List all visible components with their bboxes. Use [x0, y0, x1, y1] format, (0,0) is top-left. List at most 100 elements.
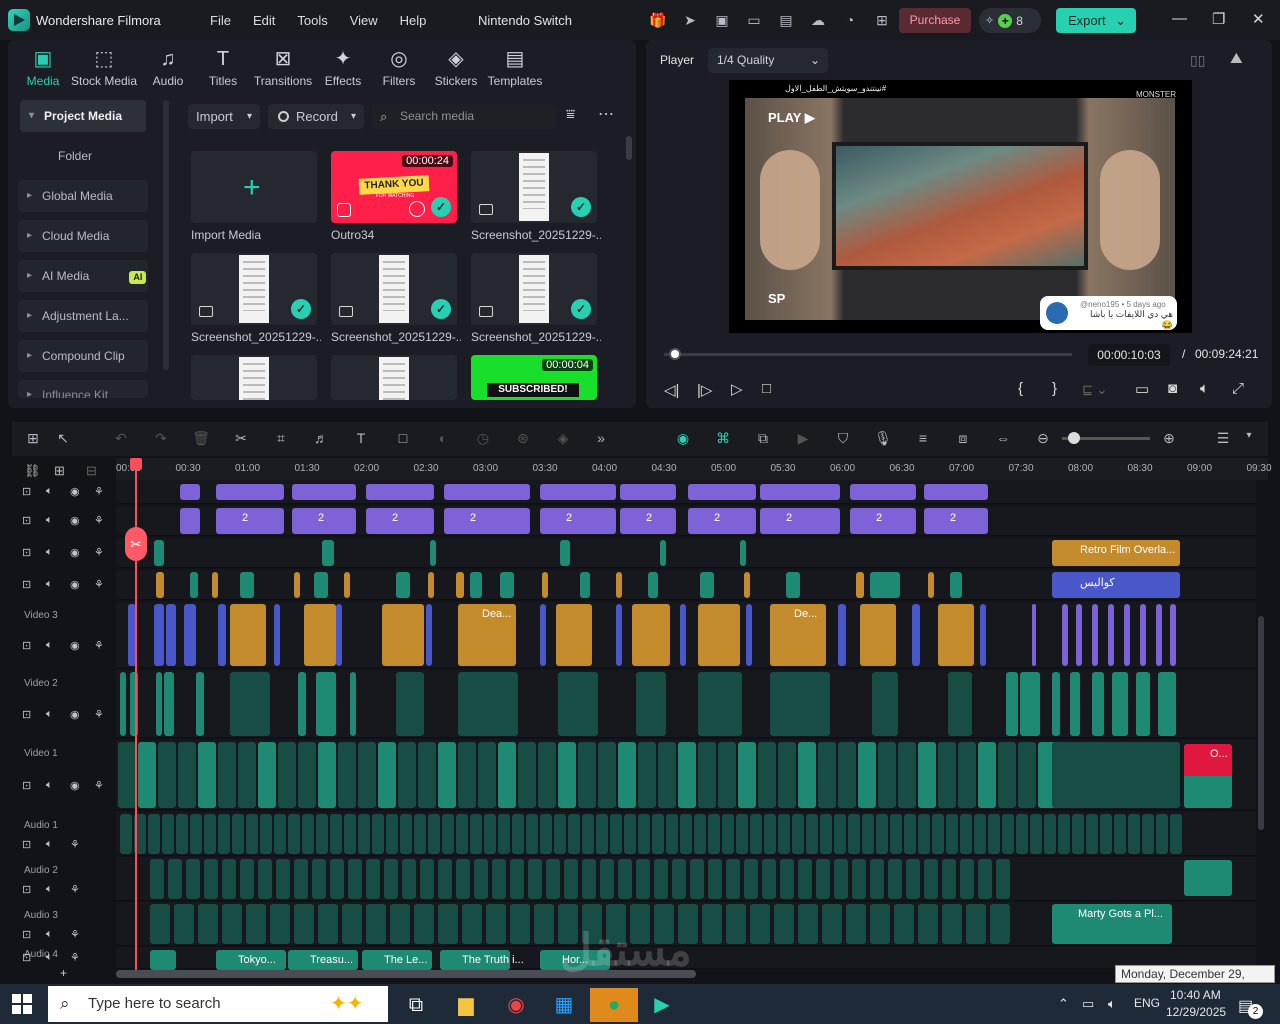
audio1-clip[interactable]: [792, 814, 804, 854]
image-clip[interactable]: 2: [540, 508, 616, 534]
magnetic-snap-icon[interactable]: ⌘: [712, 430, 734, 448]
video1-clip[interactable]: [638, 742, 656, 808]
apps-grid-icon[interactable]: ⊞: [868, 8, 896, 32]
video3-clip[interactable]: De...: [770, 604, 826, 666]
color-icon[interactable]: ◐: [432, 430, 454, 448]
timeline-ruler[interactable]: [116, 458, 1268, 480]
video3-clip[interactable]: [556, 604, 592, 666]
video2-clip[interactable]: [1112, 672, 1128, 736]
video1-clip[interactable]: [618, 742, 636, 808]
audio3-clip[interactable]: [198, 904, 218, 944]
overlay-clip[interactable]: [212, 572, 218, 598]
audio1-clip[interactable]: [120, 814, 132, 854]
audio1-clip[interactable]: [274, 814, 286, 854]
audio1-clip[interactable]: [484, 814, 496, 854]
compare-view-icon[interactable]: ▯▯: [1190, 52, 1205, 69]
video2-clip[interactable]: [1158, 672, 1176, 736]
marty-audio-clip[interactable]: Marty Gots a Pl...: [1052, 904, 1172, 944]
video2-clip[interactable]: [196, 672, 204, 736]
audio1-clip[interactable]: [974, 814, 986, 854]
menu-file[interactable]: File: [210, 13, 231, 28]
audio1-clip[interactable]: [232, 814, 244, 854]
audio1-clip[interactable]: [1156, 814, 1168, 854]
video1-clip[interactable]: [738, 742, 756, 808]
image-clip[interactable]: 2: [444, 508, 530, 534]
audio2-clip[interactable]: [456, 859, 470, 899]
audio1-clip[interactable]: [372, 814, 384, 854]
import-button[interactable]: Import ▾: [188, 104, 260, 129]
audio1-clip[interactable]: [708, 814, 720, 854]
retro-film-overlay-clip[interactable]: Retro Film Overla...: [1052, 540, 1180, 566]
audio1-clip[interactable]: [288, 814, 300, 854]
link-icon[interactable]: ⛓: [24, 463, 41, 479]
stop-icon[interactable]: □: [762, 380, 771, 397]
lock-icon[interactable]: ⊡: [22, 639, 31, 652]
video3-clip[interactable]: [166, 604, 176, 666]
mark-out-icon[interactable]: }: [1052, 380, 1057, 397]
speaker-icon[interactable]: 🔈︎: [46, 708, 53, 721]
replace-icon[interactable]: ⧈: [952, 430, 974, 448]
tab-transitions[interactable]: ⊠ Transitions: [250, 46, 316, 88]
audio3-clip[interactable]: [246, 904, 266, 944]
video2-clip[interactable]: [350, 672, 356, 736]
audio3-clip[interactable]: [726, 904, 746, 944]
video3-clip[interactable]: [1108, 604, 1114, 666]
audio3-clip[interactable]: [918, 904, 938, 944]
video1-clip[interactable]: [498, 742, 516, 808]
lock-icon[interactable]: ⊡: [22, 578, 31, 591]
audio1-clip[interactable]: [218, 814, 230, 854]
overlay-clip[interactable]: [240, 572, 254, 598]
previous-frame-icon[interactable]: ◁|: [664, 381, 679, 399]
import-media-tile[interactable]: +: [191, 151, 317, 223]
video3-clip[interactable]: [382, 604, 424, 666]
overlay-clip[interactable]: [928, 572, 934, 598]
image-clip[interactable]: [180, 508, 200, 534]
media-item-screenshot[interactable]: [191, 355, 317, 400]
audio1-clip[interactable]: [428, 814, 440, 854]
eye-icon[interactable]: ◉: [70, 578, 80, 591]
overlay-clip[interactable]: [616, 572, 622, 598]
network-icon[interactable]: ▭: [1082, 996, 1094, 1012]
sticker-clip[interactable]: [740, 540, 746, 566]
audio2-clip[interactable]: [330, 859, 344, 899]
playhead-handle[interactable]: [130, 458, 142, 470]
title-clip[interactable]: [292, 484, 356, 500]
lock-icon[interactable]: ⊡: [22, 708, 31, 721]
audio2-clip[interactable]: [294, 859, 308, 899]
audio2-clip[interactable]: [348, 859, 362, 899]
mark-in-icon[interactable]: {: [1018, 380, 1023, 397]
video1-clip[interactable]: [138, 742, 156, 808]
audio2-clip[interactable]: [960, 859, 974, 899]
audio3-clip[interactable]: [294, 904, 314, 944]
video1-clip[interactable]: [218, 742, 236, 808]
video3-clip[interactable]: [426, 604, 432, 666]
video1-clip[interactable]: [998, 742, 1016, 808]
video1-clip[interactable]: [158, 742, 176, 808]
video1-clip[interactable]: [958, 742, 976, 808]
file-explorer-icon[interactable]: ▆: [446, 988, 486, 1022]
video3-clip[interactable]: [698, 604, 740, 666]
title-clip[interactable]: [688, 484, 756, 500]
gift-icon[interactable]: 🎁: [644, 8, 672, 32]
sticker-clip[interactable]: [322, 540, 334, 566]
audio2-clip[interactable]: [834, 859, 848, 899]
audio1-clip[interactable]: [1072, 814, 1084, 854]
audio2-clip[interactable]: [996, 859, 1010, 899]
tab-templates[interactable]: ▤ Templates: [484, 46, 546, 88]
video2-clip[interactable]: [156, 672, 162, 736]
video1-clip[interactable]: [458, 742, 476, 808]
video1-clip[interactable]: [678, 742, 696, 808]
audio1-clip[interactable]: [890, 814, 902, 854]
audio3-clip[interactable]: [414, 904, 434, 944]
audio1-clip[interactable]: [162, 814, 174, 854]
video2-clip[interactable]: [1092, 672, 1104, 736]
media-scrollbar[interactable]: [626, 136, 632, 160]
audio1-clip[interactable]: [624, 814, 636, 854]
audio3-clip[interactable]: [366, 904, 386, 944]
speed-icon[interactable]: ◷: [472, 430, 494, 448]
lock-icon[interactable]: ⊡: [22, 951, 31, 964]
audio1-clip[interactable]: [1002, 814, 1014, 854]
audio1-clip[interactable]: [932, 814, 944, 854]
audio2-clip[interactable]: [528, 859, 542, 899]
audio1-clip[interactable]: [988, 814, 1000, 854]
